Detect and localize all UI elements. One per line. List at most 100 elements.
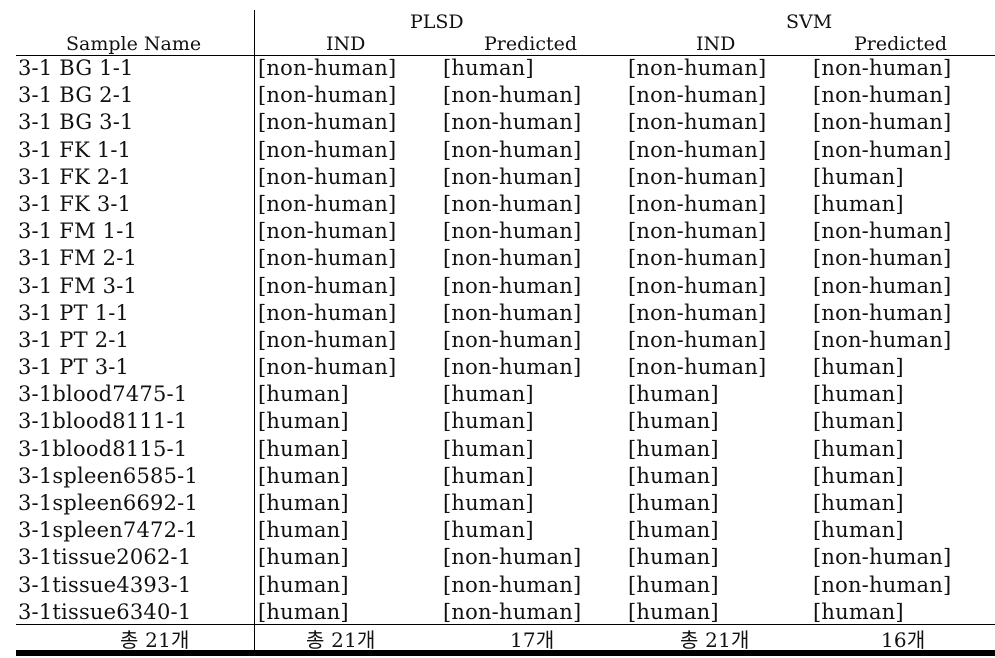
cell-svm-predicted: [human] [813, 191, 904, 216]
cell-svm-ind: [non-human] [628, 219, 767, 244]
cell-plsd-predicted: [non-human] [443, 110, 582, 135]
cell-sample-name: 3-1 FK 2-1 [18, 164, 132, 189]
cell-svm-predicted: [non-human] [813, 300, 952, 325]
table-row: 3-1 BG 2-1 [non-human] [non-human] [non-hum… [16, 83, 995, 110]
table-row: 3-1spleen6692-1 [human] [human] [human] [hum… [16, 491, 995, 518]
group-header-plsd: PLSD [410, 11, 464, 33]
cell-svm-ind: [non-human] [628, 300, 767, 325]
cell-svm-predicted: [human] [813, 436, 904, 461]
cell-sample-name: 3-1 PT 2-1 [18, 327, 130, 352]
cell-svm-predicted: [human] [813, 409, 904, 434]
cell-sample-name: 3-1 FK 3-1 [18, 191, 132, 216]
cell-svm-ind: [non-human] [628, 83, 767, 108]
cell-svm-predicted: [human] [813, 355, 904, 380]
cell-svm-predicted: [non-human] [813, 327, 952, 352]
cell-plsd-predicted: [human] [443, 518, 534, 543]
col-header-sample-name: Sample Name [66, 33, 202, 55]
cell-svm-ind: [non-human] [628, 273, 767, 298]
cell-plsd-predicted: [non-human] [443, 572, 582, 597]
cell-plsd-ind: [non-human] [258, 137, 397, 162]
cell-plsd-predicted: [non-human] [443, 599, 582, 624]
cell-svm-ind: [human] [628, 518, 719, 543]
cell-sample-name: 3-1spleen6585-1 [18, 463, 199, 488]
table-row: 3-1blood7475-1 [human] [human] [human] [huma… [16, 382, 995, 409]
cell-svm-ind: [human] [628, 599, 719, 624]
cell-svm-predicted: [human] [813, 382, 904, 407]
table-row: 3-1tissue2062-1 [human] [non-human] [human]… [16, 545, 995, 572]
cell-plsd-predicted: [non-human] [443, 355, 582, 380]
cell-plsd-predicted: [human] [443, 436, 534, 461]
cell-plsd-predicted: [non-human] [443, 191, 582, 216]
col-header-plsd-predicted: Predicted [484, 33, 578, 55]
cell-sample-name: 3-1tissue6340-1 [18, 599, 192, 624]
cell-svm-ind: [non-human] [628, 191, 767, 216]
cell-svm-predicted: [human] [813, 491, 904, 515]
col-header-plsd-ind: IND [326, 33, 366, 55]
col-header-svm-predicted: Predicted [854, 33, 948, 55]
cell-plsd-ind: [non-human] [258, 83, 397, 108]
cell-plsd-predicted: [non-human] [443, 83, 582, 108]
col-header-svm-ind: IND [696, 33, 736, 55]
footer-total-samples: 총 21개 [120, 628, 190, 652]
cell-svm-ind: [human] [628, 545, 719, 570]
cell-svm-predicted: [non-human] [813, 110, 952, 135]
cell-plsd-predicted: [non-human] [443, 273, 582, 298]
table-header: PLSD SVM Sample Name IND Predicted IND P… [16, 10, 995, 56]
footer-plsd-pred-correct: 17개 [510, 628, 555, 652]
cell-plsd-predicted: [non-human] [443, 164, 582, 189]
cell-svm-ind: [non-human] [628, 164, 767, 189]
cell-plsd-ind: [non-human] [258, 219, 397, 244]
cell-plsd-ind: [non-human] [258, 355, 397, 380]
cell-svm-ind: [human] [628, 436, 719, 461]
cell-plsd-ind: [non-human] [258, 191, 397, 216]
cell-plsd-predicted: [human] [443, 491, 534, 515]
cell-sample-name: 3-1spleen7472-1 [18, 518, 199, 543]
cell-plsd-predicted: [non-human] [443, 300, 582, 325]
cell-svm-ind: [non-human] [628, 110, 767, 135]
column-divider [254, 10, 255, 652]
table-row: 3-1blood8111-1 [human] [human] [human] [huma… [16, 409, 995, 436]
cell-plsd-predicted: [human] [443, 463, 534, 488]
cell-svm-ind: [human] [628, 382, 719, 407]
cell-sample-name: 3-1blood8115-1 [18, 436, 188, 461]
cell-sample-name: 3-1tissue2062-1 [18, 545, 192, 570]
cell-sample-name: 3-1 BG 3-1 [18, 110, 134, 135]
table-row: 3-1 PT 1-1 [non-human] [non-human] [non-hum… [16, 301, 995, 328]
table-row: 3-1 FK 1-1 [non-human] [non-human] [non-hum… [16, 138, 995, 165]
cell-plsd-predicted: [non-human] [443, 545, 582, 570]
cell-svm-predicted: [human] [813, 463, 904, 488]
cell-plsd-predicted: [human] [443, 56, 534, 80]
cell-sample-name: 3-1 BG 1-1 [18, 56, 134, 80]
cell-plsd-ind: [non-human] [258, 327, 397, 352]
cell-svm-predicted: [human] [813, 599, 904, 624]
cell-svm-predicted: [non-human] [813, 137, 952, 162]
cell-plsd-ind: [human] [258, 518, 349, 543]
group-header-svm: SVM [786, 11, 833, 33]
cell-svm-ind: [non-human] [628, 137, 767, 162]
table-row: 3-1 BG 3-1 [non-human] [non-human] [non-hum… [16, 110, 995, 137]
table-row: 3-1 PT 2-1 [non-human] [non-human] [non-hum… [16, 328, 995, 355]
table-row: 3-1tissue6340-1 [human] [non-human] [human]… [16, 600, 995, 627]
cell-plsd-ind: [human] [258, 382, 349, 407]
cell-plsd-ind: [non-human] [258, 110, 397, 135]
cell-plsd-predicted: [non-human] [443, 246, 582, 271]
footer-plsd-ind-total: 총 21개 [306, 628, 376, 652]
cell-sample-name: 3-1blood7475-1 [18, 382, 188, 407]
cell-sample-name: 3-1 FM 1-1 [18, 219, 138, 244]
table-row: 3-1 FM 2-1 [non-human] [non-human] [non-hum… [16, 246, 995, 273]
cell-svm-predicted: [non-human] [813, 219, 952, 244]
cell-svm-predicted: [non-human] [813, 56, 952, 80]
cell-svm-ind: [non-human] [628, 246, 767, 271]
cell-plsd-ind: [non-human] [258, 300, 397, 325]
cell-svm-predicted: [human] [813, 518, 904, 543]
cell-plsd-predicted: [non-human] [443, 327, 582, 352]
table-row: 3-1tissue4393-1 [human] [non-human] [human]… [16, 573, 995, 600]
cell-plsd-ind: [non-human] [258, 273, 397, 298]
cell-sample-name: 3-1 BG 2-1 [18, 83, 134, 108]
cell-svm-ind: [non-human] [628, 56, 767, 80]
cell-svm-predicted: [non-human] [813, 273, 952, 298]
cell-plsd-ind: [human] [258, 491, 349, 515]
table-row: 3-1 PT 3-1 [non-human] [non-human] [non-hum… [16, 355, 995, 382]
cell-plsd-ind: [human] [258, 545, 349, 570]
cell-svm-predicted: [non-human] [813, 246, 952, 271]
